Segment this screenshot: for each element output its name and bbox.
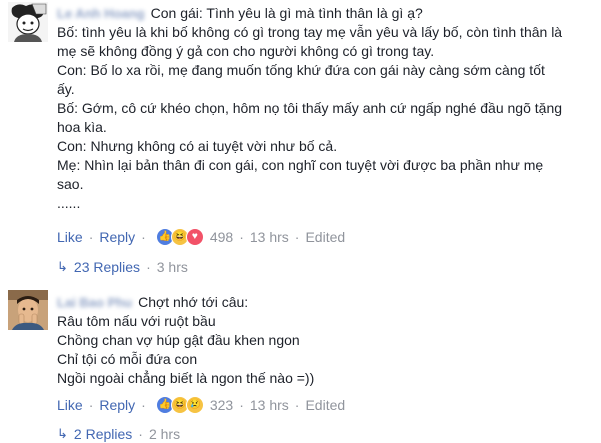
- comment-line: Ngồi ngoài chẳng biết là ngon thế nào =)…: [57, 370, 315, 386]
- comment-text: Con gái: Tình yêu là gì mà tình thân là …: [150, 5, 423, 21]
- comment-line: Râu tôm nấu với ruột bầu: [57, 313, 216, 329]
- comment-line: mẹ sẽ không đồng ý gả con cho người khôn…: [57, 43, 435, 59]
- edited-label[interactable]: Edited: [305, 229, 345, 245]
- reply-button[interactable]: Reply: [99, 397, 135, 413]
- reply-arrow-icon: ↳: [57, 259, 68, 274]
- view-replies[interactable]: ↳ 23 Replies · 3 hrs: [57, 259, 188, 275]
- comment-line: Con: Nhưng không có ai tuyệt vời như bố …: [57, 138, 338, 154]
- separator: ·: [141, 397, 146, 413]
- edited-label[interactable]: Edited: [305, 397, 345, 413]
- like-button[interactable]: Like: [57, 229, 83, 245]
- heart-icon: ♥: [185, 228, 204, 246]
- comment-1: Le Anh Hoang Con gái: Tình yêu là gì mà t…: [0, 0, 601, 275]
- author-name[interactable]: Le Anh Hoang: [57, 4, 145, 23]
- sad-icon: 😢: [185, 396, 204, 414]
- comment-line: ấy.: [57, 81, 75, 97]
- comment-time[interactable]: 13 hrs: [250, 397, 289, 413]
- replies-link[interactable]: 23 Replies: [74, 259, 140, 275]
- profile-photo-image: [8, 290, 48, 330]
- separator: ·: [88, 397, 94, 413]
- comment-text: Chợt nhớ tới câu:: [138, 294, 249, 310]
- comment-body: Lai Bao Phu Chợt nhớ tới câu: Râu tôm nấu…: [57, 293, 595, 388]
- comment-line: Bố: tình yêu là khi bố không có gì trong…: [57, 24, 563, 40]
- avatar[interactable]: [8, 290, 48, 330]
- comment-time[interactable]: 13 hrs: [250, 229, 289, 245]
- comment-actions: Like · Reply · 👍 😆 😢 323 · 13 hrs · Edit…: [57, 396, 345, 414]
- separator: ·: [88, 229, 94, 245]
- comment-actions: Like · Reply · 👍 😆 ♥ 498 · 13 hrs · Edit…: [57, 228, 345, 246]
- separator: ·: [239, 397, 244, 413]
- reaction-count[interactable]: 323: [210, 397, 233, 413]
- replies-link[interactable]: 2 Replies: [74, 426, 132, 442]
- reaction-count[interactable]: 498: [210, 229, 233, 245]
- comment-line: Chỉ tội có mỗi đứa con: [57, 351, 198, 367]
- avatar[interactable]: [8, 2, 48, 42]
- replies-time: 2 hrs: [148, 426, 181, 442]
- comment-line: ......: [57, 195, 81, 211]
- comment-line: sao.: [57, 176, 84, 192]
- reactions[interactable]: 👍 😆 😢: [155, 396, 204, 414]
- separator: ·: [239, 229, 244, 245]
- comment-2: Lai Bao Phu Chợt nhớ tới câu: Râu tôm nấu…: [0, 290, 601, 443]
- comment-line: hoa kìa.: [57, 119, 107, 135]
- comment-line: Con: Bố lo xa rồi, mẹ đang muốn tống khứ…: [57, 62, 545, 78]
- separator: ·: [141, 229, 146, 245]
- separator: ·: [138, 426, 143, 442]
- replies-time: 3 hrs: [156, 259, 188, 275]
- author-name[interactable]: Lai Bao Phu: [57, 293, 132, 312]
- comment-line: Lai Bao Phu Chợt nhớ tới câu:: [57, 293, 595, 312]
- reply-button[interactable]: Reply: [99, 229, 135, 245]
- like-button[interactable]: Like: [57, 397, 83, 413]
- separator: ·: [294, 229, 300, 245]
- comment-line: Le Anh Hoang Con gái: Tình yêu là gì mà t…: [57, 4, 595, 23]
- comic-avatar-image: [8, 2, 48, 42]
- comment-line: Chồng chan vợ húp gật đầu khen ngon: [57, 332, 300, 348]
- reply-arrow-icon: ↳: [57, 426, 68, 441]
- comment-line: Bố: Gớm, cô cứ khéo chọn, hôm nọ tôi thấ…: [57, 100, 563, 116]
- view-replies[interactable]: ↳ 2 Replies · 2 hrs: [57, 426, 180, 442]
- comment-line: Mẹ: Nhìn lại bản thân đi con gái, con ng…: [57, 157, 544, 173]
- separator: ·: [146, 259, 151, 275]
- separator: ·: [294, 397, 300, 413]
- reactions[interactable]: 👍 😆 ♥: [155, 228, 204, 246]
- comment-body: Le Anh Hoang Con gái: Tình yêu là gì mà t…: [57, 4, 595, 213]
